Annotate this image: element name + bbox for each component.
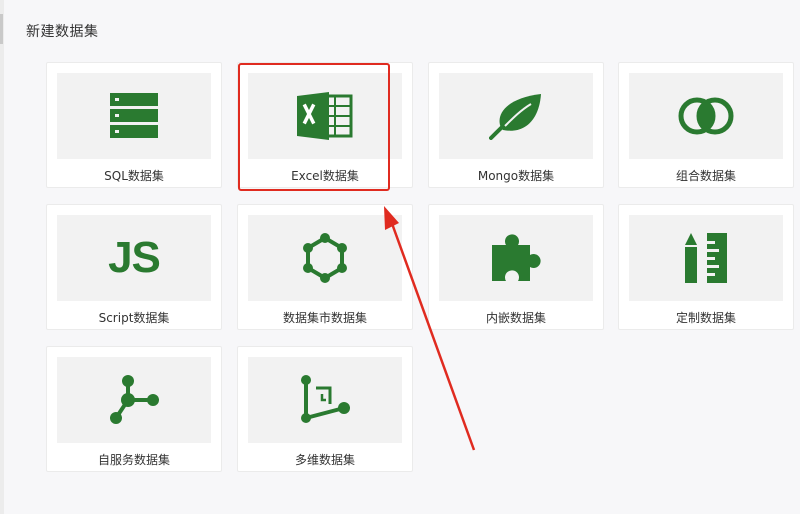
dataset-card-custom[interactable]: 定制数据集 <box>618 204 794 330</box>
dataset-label: SQL数据集 <box>104 169 164 183</box>
dataset-label: 组合数据集 <box>675 169 736 183</box>
dataset-card-multidimensional[interactable]: 多维数据集 <box>237 346 413 472</box>
branch-node-icon <box>110 375 159 424</box>
dataset-icon-tile <box>57 357 211 443</box>
page-title: 新建数据集 <box>26 24 99 40</box>
leaf-icon <box>489 94 541 140</box>
dataset-card-script[interactable]: JS Script数据集 <box>46 204 222 330</box>
dataset-card-mongo[interactable]: Mongo数据集 <box>428 62 604 188</box>
dataset-card-datamart[interactable]: 数据集市数据集 <box>237 204 413 330</box>
dataset-icon-tile <box>439 73 593 159</box>
dataset-label: Script数据集 <box>98 311 170 325</box>
left-panel-edge <box>0 0 4 514</box>
dataset-icon-tile <box>248 357 402 443</box>
dataset-card-self-service[interactable]: 自服务数据集 <box>46 346 222 472</box>
dataset-label: 内嵌数据集 <box>485 311 546 325</box>
dataset-card-sql[interactable]: SQL数据集 <box>46 62 222 188</box>
dataset-card-excel[interactable]: Excel数据集 <box>237 62 413 188</box>
dataset-icon-tile <box>248 215 402 301</box>
dataset-icon-tile <box>629 215 783 301</box>
dataset-label: 定制数据集 <box>675 311 736 325</box>
dataset-label: 数据集市数据集 <box>282 311 367 325</box>
pencil-ruler-icon <box>685 233 727 283</box>
excel-icon <box>297 92 353 140</box>
dataset-icon-tile <box>248 73 402 159</box>
dataset-label: Mongo数据集 <box>477 169 555 183</box>
cube-axis-icon <box>301 375 350 423</box>
dataset-icon-tile <box>439 215 593 301</box>
dataset-icon-tile <box>57 73 211 159</box>
puzzle-icon <box>492 234 541 281</box>
dataset-card-combined[interactable]: 组合数据集 <box>618 62 794 188</box>
dataset-icon-tile <box>629 73 783 159</box>
database-icon <box>110 93 158 138</box>
dataset-label: 多维数据集 <box>294 453 355 467</box>
dataset-label: 自服务数据集 <box>97 453 170 467</box>
dataset-card-embedded[interactable]: 内嵌数据集 <box>428 204 604 330</box>
dataset-label: Excel数据集 <box>291 169 359 183</box>
dataset-icon-tile: JS <box>57 215 211 301</box>
js-icon: JS <box>108 233 161 282</box>
overlap-circles-icon <box>678 97 734 135</box>
left-panel-handle <box>0 14 3 44</box>
hexagon-network-icon <box>303 233 347 283</box>
